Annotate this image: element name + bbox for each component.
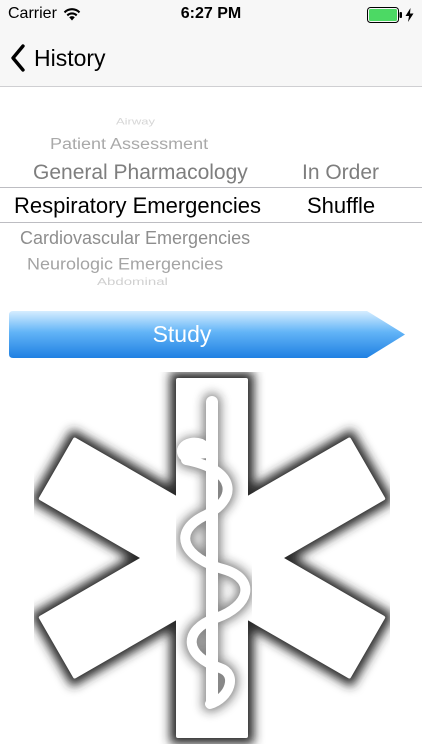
picker-topic-item[interactable]: Abdominal	[97, 277, 168, 287]
picker-topic-item[interactable]: Airway	[116, 117, 155, 126]
study-button-label: Study	[152, 321, 212, 347]
status-time: 6:27 PM	[180, 5, 242, 22]
navigation-bar: History	[0, 30, 422, 87]
back-label: History	[34, 44, 106, 71]
picker-order-item[interactable]: In Order	[302, 162, 379, 183]
status-right	[367, 7, 414, 23]
picker-topic-item[interactable]: Patient Assessment	[50, 136, 208, 151]
status-bar: Carrier 6:27 PM	[0, 0, 422, 30]
topic-picker[interactable]: Airway Patient Assessment General Pharma…	[0, 110, 422, 298]
picker-selection-bottom-line	[0, 222, 422, 223]
study-button[interactable]: Study	[9, 311, 405, 358]
picker-topic-item[interactable]: Cardiovascular Emergencies	[20, 229, 250, 247]
chevron-left-icon	[11, 44, 25, 72]
picker-selection-top-line	[0, 187, 422, 188]
picker-topic-item[interactable]: Neurologic Emergencies	[27, 256, 223, 272]
star-of-life-icon	[34, 372, 390, 744]
picker-order-selected[interactable]: Shuffle	[307, 195, 375, 217]
picker-topic-item[interactable]: General Pharmacology	[33, 162, 248, 183]
battery-full-icon	[367, 7, 402, 23]
picker-topic-selected[interactable]: Respiratory Emergencies	[14, 195, 261, 217]
charging-bolt-icon	[405, 8, 414, 22]
back-button[interactable]: History	[10, 40, 106, 76]
